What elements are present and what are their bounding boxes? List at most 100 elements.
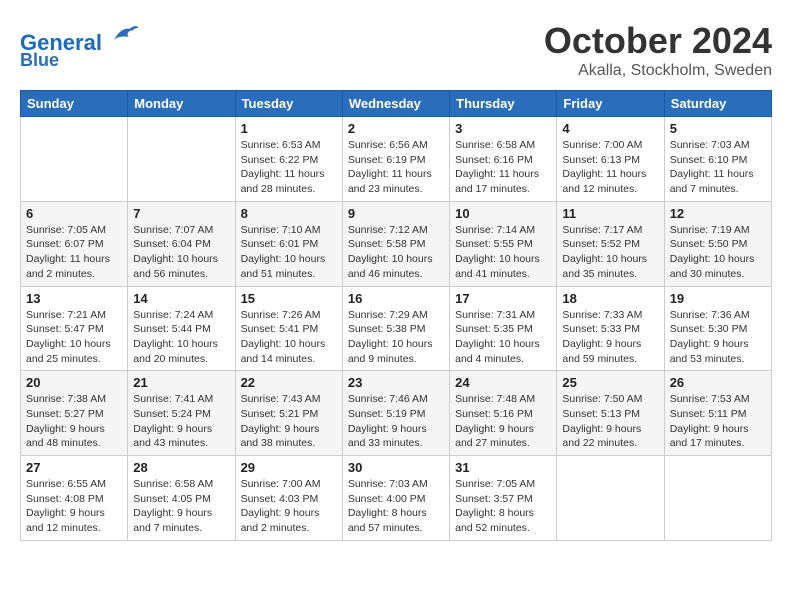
day-detail: Sunrise: 6:56 AMSunset: 6:19 PMDaylight:… (348, 138, 444, 197)
day-detail: Sunrise: 7:05 AMSunset: 6:07 PMDaylight:… (26, 223, 122, 282)
day-number: 17 (455, 291, 551, 306)
calendar-cell: 6Sunrise: 7:05 AMSunset: 6:07 PMDaylight… (21, 201, 128, 286)
day-number: 7 (133, 206, 229, 221)
day-detail: Sunrise: 6:53 AMSunset: 6:22 PMDaylight:… (241, 138, 337, 197)
day-number: 22 (241, 375, 337, 390)
day-number: 14 (133, 291, 229, 306)
day-detail: Sunrise: 7:12 AMSunset: 5:58 PMDaylight:… (348, 223, 444, 282)
weekday-header-row: SundayMondayTuesdayWednesdayThursdayFrid… (21, 91, 772, 117)
day-detail: Sunrise: 7:41 AMSunset: 5:24 PMDaylight:… (133, 392, 229, 451)
calendar-cell: 26 Sunrise: 7:53 AMSunset: 5:11 PMDayligh… (664, 371, 771, 456)
day-detail: Sunrise: 7:53 AMSunset: 5:11 PMDaylight:… (670, 392, 766, 451)
day-detail: Sunrise: 7:24 AMSunset: 5:44 PMDaylight:… (133, 308, 229, 367)
day-detail: Sunrise: 7:38 AMSunset: 5:27 PMDaylight:… (26, 392, 122, 451)
logo-bird-icon (110, 20, 140, 50)
day-number: 26 (670, 375, 766, 390)
calendar-cell: 2 Sunrise: 6:56 AMSunset: 6:19 PMDaylight… (342, 117, 449, 202)
day-detail: Sunrise: 7:00 AMSunset: 6:13 PMDaylight:… (562, 138, 658, 197)
day-number: 13 (26, 291, 122, 306)
day-detail: Sunrise: 7:10 AMSunset: 6:01 PMDaylight:… (241, 223, 337, 282)
calendar-week-5: 27 Sunrise: 6:55 AMSunset: 4:08 PMDayligh… (21, 456, 772, 541)
calendar-cell: 8 Sunrise: 7:10 AMSunset: 6:01 PMDaylight… (235, 201, 342, 286)
day-number: 31 (455, 460, 551, 475)
calendar-cell: 23 Sunrise: 7:46 AMSunset: 5:19 PMDayligh… (342, 371, 449, 456)
calendar-cell: 17 Sunrise: 7:31 AMSunset: 5:35 PMDayligh… (450, 286, 557, 371)
calendar-cell: 20 Sunrise: 7:38 AMSunset: 5:27 PMDayligh… (21, 371, 128, 456)
day-number: 11 (562, 206, 658, 221)
calendar-cell: 19Sunrise: 7:36 AMSunset: 5:30 PMDayligh… (664, 286, 771, 371)
day-detail: Sunrise: 6:58 AMSunset: 4:05 PMDaylight:… (133, 477, 229, 536)
day-detail: Sunrise: 7:07 AMSunset: 6:04 PMDaylight:… (133, 223, 229, 282)
day-number: 10 (455, 206, 551, 221)
logo: General Blue (20, 20, 140, 71)
calendar-cell: 18Sunrise: 7:33 AMSunset: 5:33 PMDayligh… (557, 286, 664, 371)
day-detail: Sunrise: 7:05 AMSunset: 3:57 PMDaylight:… (455, 477, 551, 536)
day-detail: Sunrise: 7:19 AMSunset: 5:50 PMDaylight:… (670, 223, 766, 282)
calendar-week-4: 20 Sunrise: 7:38 AMSunset: 5:27 PMDayligh… (21, 371, 772, 456)
day-number: 5 (670, 121, 766, 136)
day-number: 29 (241, 460, 337, 475)
day-detail: Sunrise: 7:29 AMSunset: 5:38 PMDaylight:… (348, 308, 444, 367)
weekday-wednesday: Wednesday (342, 91, 449, 117)
calendar-cell: 9 Sunrise: 7:12 AMSunset: 5:58 PMDaylight… (342, 201, 449, 286)
day-detail: Sunrise: 7:26 AMSunset: 5:41 PMDaylight:… (241, 308, 337, 367)
weekday-friday: Friday (557, 91, 664, 117)
calendar-week-1: 1 Sunrise: 6:53 AMSunset: 6:22 PMDaylight… (21, 117, 772, 202)
weekday-tuesday: Tuesday (235, 91, 342, 117)
day-number: 20 (26, 375, 122, 390)
calendar-cell: 4 Sunrise: 7:00 AMSunset: 6:13 PMDaylight… (557, 117, 664, 202)
day-detail: Sunrise: 6:55 AMSunset: 4:08 PMDaylight:… (26, 477, 122, 536)
weekday-saturday: Saturday (664, 91, 771, 117)
weekday-sunday: Sunday (21, 91, 128, 117)
calendar-cell: 11 Sunrise: 7:17 AMSunset: 5:52 PMDayligh… (557, 201, 664, 286)
calendar-cell: 22 Sunrise: 7:43 AMSunset: 5:21 PMDayligh… (235, 371, 342, 456)
day-number: 23 (348, 375, 444, 390)
calendar-cell: 13 Sunrise: 7:21 AMSunset: 5:47 PMDayligh… (21, 286, 128, 371)
day-number: 27 (26, 460, 122, 475)
calendar-cell: 24Sunrise: 7:48 AMSunset: 5:16 PMDayligh… (450, 371, 557, 456)
day-detail: Sunrise: 7:21 AMSunset: 5:47 PMDaylight:… (26, 308, 122, 367)
calendar-cell: 15Sunrise: 7:26 AMSunset: 5:41 PMDayligh… (235, 286, 342, 371)
day-number: 9 (348, 206, 444, 221)
day-number: 3 (455, 121, 551, 136)
day-number: 4 (562, 121, 658, 136)
weekday-monday: Monday (128, 91, 235, 117)
page-header: General Blue October 2024 Akalla, Stockh… (20, 20, 772, 80)
calendar-cell: 30 Sunrise: 7:03 AMSunset: 4:00 PMDayligh… (342, 456, 449, 541)
calendar-week-3: 13 Sunrise: 7:21 AMSunset: 5:47 PMDayligh… (21, 286, 772, 371)
calendar-cell: 27 Sunrise: 6:55 AMSunset: 4:08 PMDayligh… (21, 456, 128, 541)
day-detail: Sunrise: 7:14 AMSunset: 5:55 PMDaylight:… (455, 223, 551, 282)
day-number: 28 (133, 460, 229, 475)
day-number: 16 (348, 291, 444, 306)
calendar-cell (557, 456, 664, 541)
calendar-body: 1 Sunrise: 6:53 AMSunset: 6:22 PMDaylight… (21, 117, 772, 541)
calendar-cell: 29Sunrise: 7:00 AMSunset: 4:03 PMDayligh… (235, 456, 342, 541)
day-detail: Sunrise: 7:31 AMSunset: 5:35 PMDaylight:… (455, 308, 551, 367)
calendar-cell: 7 Sunrise: 7:07 AMSunset: 6:04 PMDaylight… (128, 201, 235, 286)
day-detail: Sunrise: 7:43 AMSunset: 5:21 PMDaylight:… (241, 392, 337, 451)
day-detail: Sunrise: 7:03 AMSunset: 4:00 PMDaylight:… (348, 477, 444, 536)
calendar-cell: 1 Sunrise: 6:53 AMSunset: 6:22 PMDaylight… (235, 117, 342, 202)
location: Akalla, Stockholm, Sweden (544, 62, 772, 80)
day-number: 30 (348, 460, 444, 475)
day-number: 8 (241, 206, 337, 221)
day-number: 21 (133, 375, 229, 390)
calendar-cell: 14 Sunrise: 7:24 AMSunset: 5:44 PMDayligh… (128, 286, 235, 371)
calendar-cell (21, 117, 128, 202)
day-number: 18 (562, 291, 658, 306)
day-detail: Sunrise: 7:36 AMSunset: 5:30 PMDaylight:… (670, 308, 766, 367)
day-number: 1 (241, 121, 337, 136)
calendar-cell: 28 Sunrise: 6:58 AMSunset: 4:05 PMDayligh… (128, 456, 235, 541)
calendar-table: SundayMondayTuesdayWednesdayThursdayFrid… (20, 90, 772, 541)
day-number: 12 (670, 206, 766, 221)
day-detail: Sunrise: 7:50 AMSunset: 5:13 PMDaylight:… (562, 392, 658, 451)
day-detail: Sunrise: 7:48 AMSunset: 5:16 PMDaylight:… (455, 392, 551, 451)
calendar-cell: 12 Sunrise: 7:19 AMSunset: 5:50 PMDayligh… (664, 201, 771, 286)
day-detail: Sunrise: 7:03 AMSunset: 6:10 PMDaylight:… (670, 138, 766, 197)
day-number: 2 (348, 121, 444, 136)
calendar-cell: 31 Sunrise: 7:05 AMSunset: 3:57 PMDayligh… (450, 456, 557, 541)
calendar-cell: 10 Sunrise: 7:14 AMSunset: 5:55 PMDayligh… (450, 201, 557, 286)
day-detail: Sunrise: 7:17 AMSunset: 5:52 PMDaylight:… (562, 223, 658, 282)
day-detail: Sunrise: 7:46 AMSunset: 5:19 PMDaylight:… (348, 392, 444, 451)
calendar-cell (128, 117, 235, 202)
